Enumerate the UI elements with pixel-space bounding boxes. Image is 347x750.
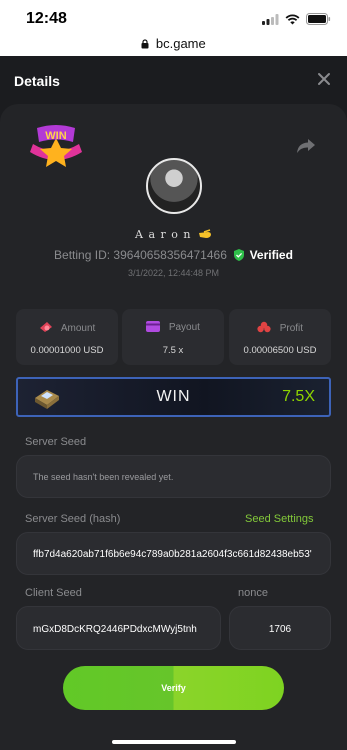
status-time: 12:48 (26, 10, 67, 27)
server-seed-field: The seed hasn't been revealed yet. (16, 455, 331, 498)
client-seed-field[interactable]: mGxD8DcKRQ2446PDdxcMWyj5tnh (16, 606, 221, 650)
username: A a r o n (0, 228, 347, 241)
svg-text:WIN: WIN (45, 130, 66, 142)
bet-datetime: 3/1/2022, 12:44:48 PM (127, 268, 220, 278)
url-text: bc.game (155, 36, 206, 51)
result-multiplier: 7.5X (282, 388, 315, 405)
stat-payout-label: Payout (168, 322, 200, 333)
avatar (146, 158, 202, 214)
betting-id-row: Betting ID: 39640658356471466 Verified (0, 248, 347, 262)
verify-button[interactable]: Verify (63, 666, 284, 710)
battery-icon (306, 13, 331, 25)
signal-icon (262, 13, 279, 25)
details-header: Details (0, 56, 347, 104)
username-text: A a r o n (135, 228, 192, 241)
address-bar[interactable]: bc.game (0, 36, 347, 51)
stat-profit-value: 0.00006500 USD (243, 345, 317, 356)
lock-icon (141, 39, 149, 49)
betting-id-label: Betting ID: (54, 248, 111, 262)
status-bar: 12:48 bc.game (0, 0, 347, 56)
stat-payout-value: 7.5 x (162, 345, 184, 356)
stat-profit-label: Profit (279, 323, 304, 334)
system-icons (262, 13, 331, 25)
server-seed-hash-field[interactable]: ffb7d4a620ab71f6b6e94c789a0b281a2604f3c6… (16, 532, 331, 575)
stat-amount: Amount 0.00001000 USD (16, 309, 118, 365)
nonce-label: nonce (238, 587, 268, 599)
payout-icon (146, 321, 161, 332)
client-seed-label: Client Seed (25, 587, 82, 599)
profit-icon (257, 321, 271, 333)
nonce-field[interactable]: 1706 (229, 606, 331, 650)
share-icon[interactable] (296, 137, 316, 155)
verified-shield-icon (234, 249, 245, 261)
home-indicator[interactable] (112, 740, 236, 744)
win-badge-icon: WIN (30, 125, 82, 167)
close-icon[interactable] (315, 70, 333, 88)
server-seed-label: Server Seed (25, 436, 87, 448)
seed-settings-link[interactable]: Seed Settings (245, 513, 314, 525)
page-title: Details (14, 73, 60, 89)
stat-amount-label: Amount (60, 323, 96, 334)
verified-label: Verified (249, 248, 293, 262)
result-banner: WIN 7.5X (16, 377, 331, 417)
wifi-icon (285, 13, 300, 24)
amount-icon (39, 322, 52, 332)
betting-id-value: 39640658356471466 (113, 248, 227, 262)
stat-payout: Payout 7.5 x (122, 309, 224, 365)
stat-profit: Profit 0.00006500 USD (229, 309, 331, 365)
hand-emoji-icon (198, 229, 211, 238)
server-seed-hash-label: Server Seed (hash) (25, 513, 121, 525)
stat-amount-value: 0.00001000 USD (30, 345, 104, 356)
